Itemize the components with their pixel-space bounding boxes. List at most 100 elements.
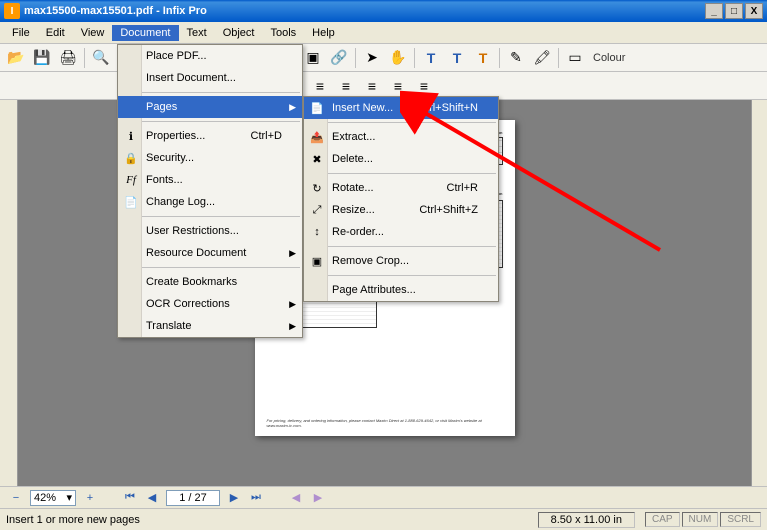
separator: [84, 48, 85, 68]
last-page-button[interactable]: ⏭: [248, 490, 264, 506]
submenu-arrow-icon: ▶: [289, 321, 296, 332]
colour-label: Colour: [593, 52, 625, 64]
menu-text[interactable]: Text: [179, 25, 215, 41]
zoom-out-button[interactable]: −: [8, 490, 24, 506]
zoom-in-button[interactable]: +: [82, 490, 98, 506]
document-menu-dropdown: Place PDF... Insert Document... Pages▶ ℹ…: [117, 44, 303, 338]
crop-remove-icon: ▣: [308, 255, 326, 268]
menu-separator: [120, 216, 300, 217]
menu-translate[interactable]: Translate▶: [118, 315, 302, 337]
menubar: File Edit View Document Text Object Tool…: [0, 22, 767, 44]
page-number-input[interactable]: 1 / 27: [166, 490, 220, 506]
text-alt-tool-icon[interactable]: T: [473, 48, 493, 68]
menu-properties[interactable]: ℹProperties...Ctrl+D: [118, 125, 302, 147]
reorder-icon: ↕: [308, 226, 326, 238]
lock-icon: 🔒: [122, 152, 140, 165]
menu-create-bookmarks[interactable]: Create Bookmarks: [118, 271, 302, 293]
menu-document[interactable]: Document: [112, 25, 178, 41]
text-tool-icon[interactable]: T: [421, 48, 441, 68]
align-center-icon[interactable]: ≡: [336, 76, 356, 96]
menu-fonts[interactable]: FfFonts...: [118, 169, 302, 191]
menu-resource-document[interactable]: Resource Document▶: [118, 242, 302, 264]
crop-icon[interactable]: ▣: [303, 48, 323, 68]
zoom-level-input[interactable]: 42%▾: [30, 490, 76, 506]
menu-change-log[interactable]: 📄Change Log...: [118, 191, 302, 213]
menu-separator: [306, 246, 496, 247]
align-justify2-icon[interactable]: ≡: [414, 76, 434, 96]
menu-view[interactable]: View: [73, 25, 113, 41]
menu-tools[interactable]: Tools: [262, 25, 304, 41]
menu-ocr-corrections[interactable]: OCR Corrections▶: [118, 293, 302, 315]
maximize-button[interactable]: □: [725, 3, 743, 19]
menu-insert-new[interactable]: 📄Insert New...Ctrl+Shift+N: [304, 97, 498, 119]
rotate-icon: ↻: [308, 182, 326, 195]
menu-separator: [306, 122, 496, 123]
search-icon[interactable]: 🔍: [91, 48, 111, 68]
menu-user-restrictions[interactable]: User Restrictions...: [118, 220, 302, 242]
link-icon[interactable]: 🔗: [329, 48, 349, 68]
delete-icon: ✖: [308, 153, 326, 166]
menu-object[interactable]: Object: [215, 25, 263, 41]
menu-edit[interactable]: Edit: [38, 25, 73, 41]
eyedropper-icon[interactable]: ✎: [506, 48, 526, 68]
menu-resize[interactable]: ⤢Resize...Ctrl+Shift+Z: [304, 199, 498, 221]
menu-insert-document[interactable]: Insert Document...: [118, 67, 302, 89]
align-justify-icon[interactable]: ≡: [388, 76, 408, 96]
menu-separator: [120, 121, 300, 122]
save-icon[interactable]: 💾: [32, 48, 52, 68]
statusbar: Insert 1 or more new pages 8.50 x 11.00 …: [0, 508, 767, 530]
menu-page-attributes[interactable]: Page Attributes...: [304, 279, 498, 301]
first-page-button[interactable]: ⏮: [122, 490, 138, 506]
menu-security[interactable]: 🔒Security...: [118, 147, 302, 169]
menu-extract[interactable]: 📤Extract...: [304, 126, 498, 148]
menu-separator: [120, 92, 300, 93]
toolbar-main: 📂 💾 🖨 🔍 ▣ 🔗 ➤ ✋ T T T ✎ 🖍 ▭ Colour: [0, 44, 767, 72]
menu-rotate[interactable]: ↻Rotate...Ctrl+R: [304, 177, 498, 199]
highlighter-icon[interactable]: 🖍: [532, 48, 552, 68]
close-button[interactable]: X: [745, 3, 763, 19]
titlebar: I max15500-max15501.pdf - Infix Pro _ □ …: [0, 0, 767, 22]
menu-place-pdf[interactable]: Place PDF...: [118, 45, 302, 67]
extract-icon: 📤: [308, 131, 326, 144]
vertical-ruler: [0, 100, 18, 486]
prev-page-button[interactable]: ◀: [144, 490, 160, 506]
menu-separator: [120, 267, 300, 268]
info-icon: ℹ: [122, 130, 140, 143]
scrl-indicator: SCRL: [720, 512, 761, 527]
next-page-button[interactable]: ▶: [226, 490, 242, 506]
bottom-nav-bar: − 42%▾ + ⏮ ◀ 1 / 27 ▶ ⏭ ◀ ▶: [0, 486, 767, 508]
menu-delete[interactable]: ✖Delete...: [304, 148, 498, 170]
menu-pages[interactable]: Pages▶: [118, 96, 302, 118]
minimize-button[interactable]: _: [705, 3, 723, 19]
menu-reorder[interactable]: ↕Re-order...: [304, 221, 498, 243]
align-left-icon[interactable]: ≡: [310, 76, 330, 96]
open-icon[interactable]: 📂: [6, 48, 26, 68]
menu-file[interactable]: File: [4, 25, 38, 41]
caps-indicator: CAP: [645, 512, 680, 527]
separator: [414, 48, 415, 68]
submenu-arrow-icon: ▶: [289, 248, 296, 259]
status-message: Insert 1 or more new pages: [6, 514, 538, 526]
hand-icon[interactable]: ✋: [388, 48, 408, 68]
submenu-arrow-icon: ▶: [289, 102, 296, 113]
resize-icon: ⤢: [308, 204, 326, 217]
app-icon: I: [4, 3, 20, 19]
menu-separator: [306, 275, 496, 276]
text-plus-tool-icon[interactable]: T: [447, 48, 467, 68]
insert-new-icon: 📄: [308, 102, 326, 115]
window-title: max15500-max15501.pdf - Infix Pro: [24, 5, 705, 17]
menu-remove-crop[interactable]: ▣Remove Crop...: [304, 250, 498, 272]
colour-swatch[interactable]: ▭: [565, 48, 585, 68]
vertical-scrollbar[interactable]: [751, 100, 767, 486]
window-controls: _ □ X: [705, 3, 763, 19]
menu-help[interactable]: Help: [304, 25, 343, 41]
history-forward-button[interactable]: ▶: [310, 490, 326, 506]
align-right-icon[interactable]: ≡: [362, 76, 382, 96]
num-indicator: NUM: [682, 512, 719, 527]
pointer-icon[interactable]: ➤: [362, 48, 382, 68]
submenu-arrow-icon: ▶: [289, 299, 296, 310]
separator: [355, 48, 356, 68]
separator: [558, 48, 559, 68]
history-back-button[interactable]: ◀: [288, 490, 304, 506]
print-icon[interactable]: 🖨: [58, 48, 78, 68]
